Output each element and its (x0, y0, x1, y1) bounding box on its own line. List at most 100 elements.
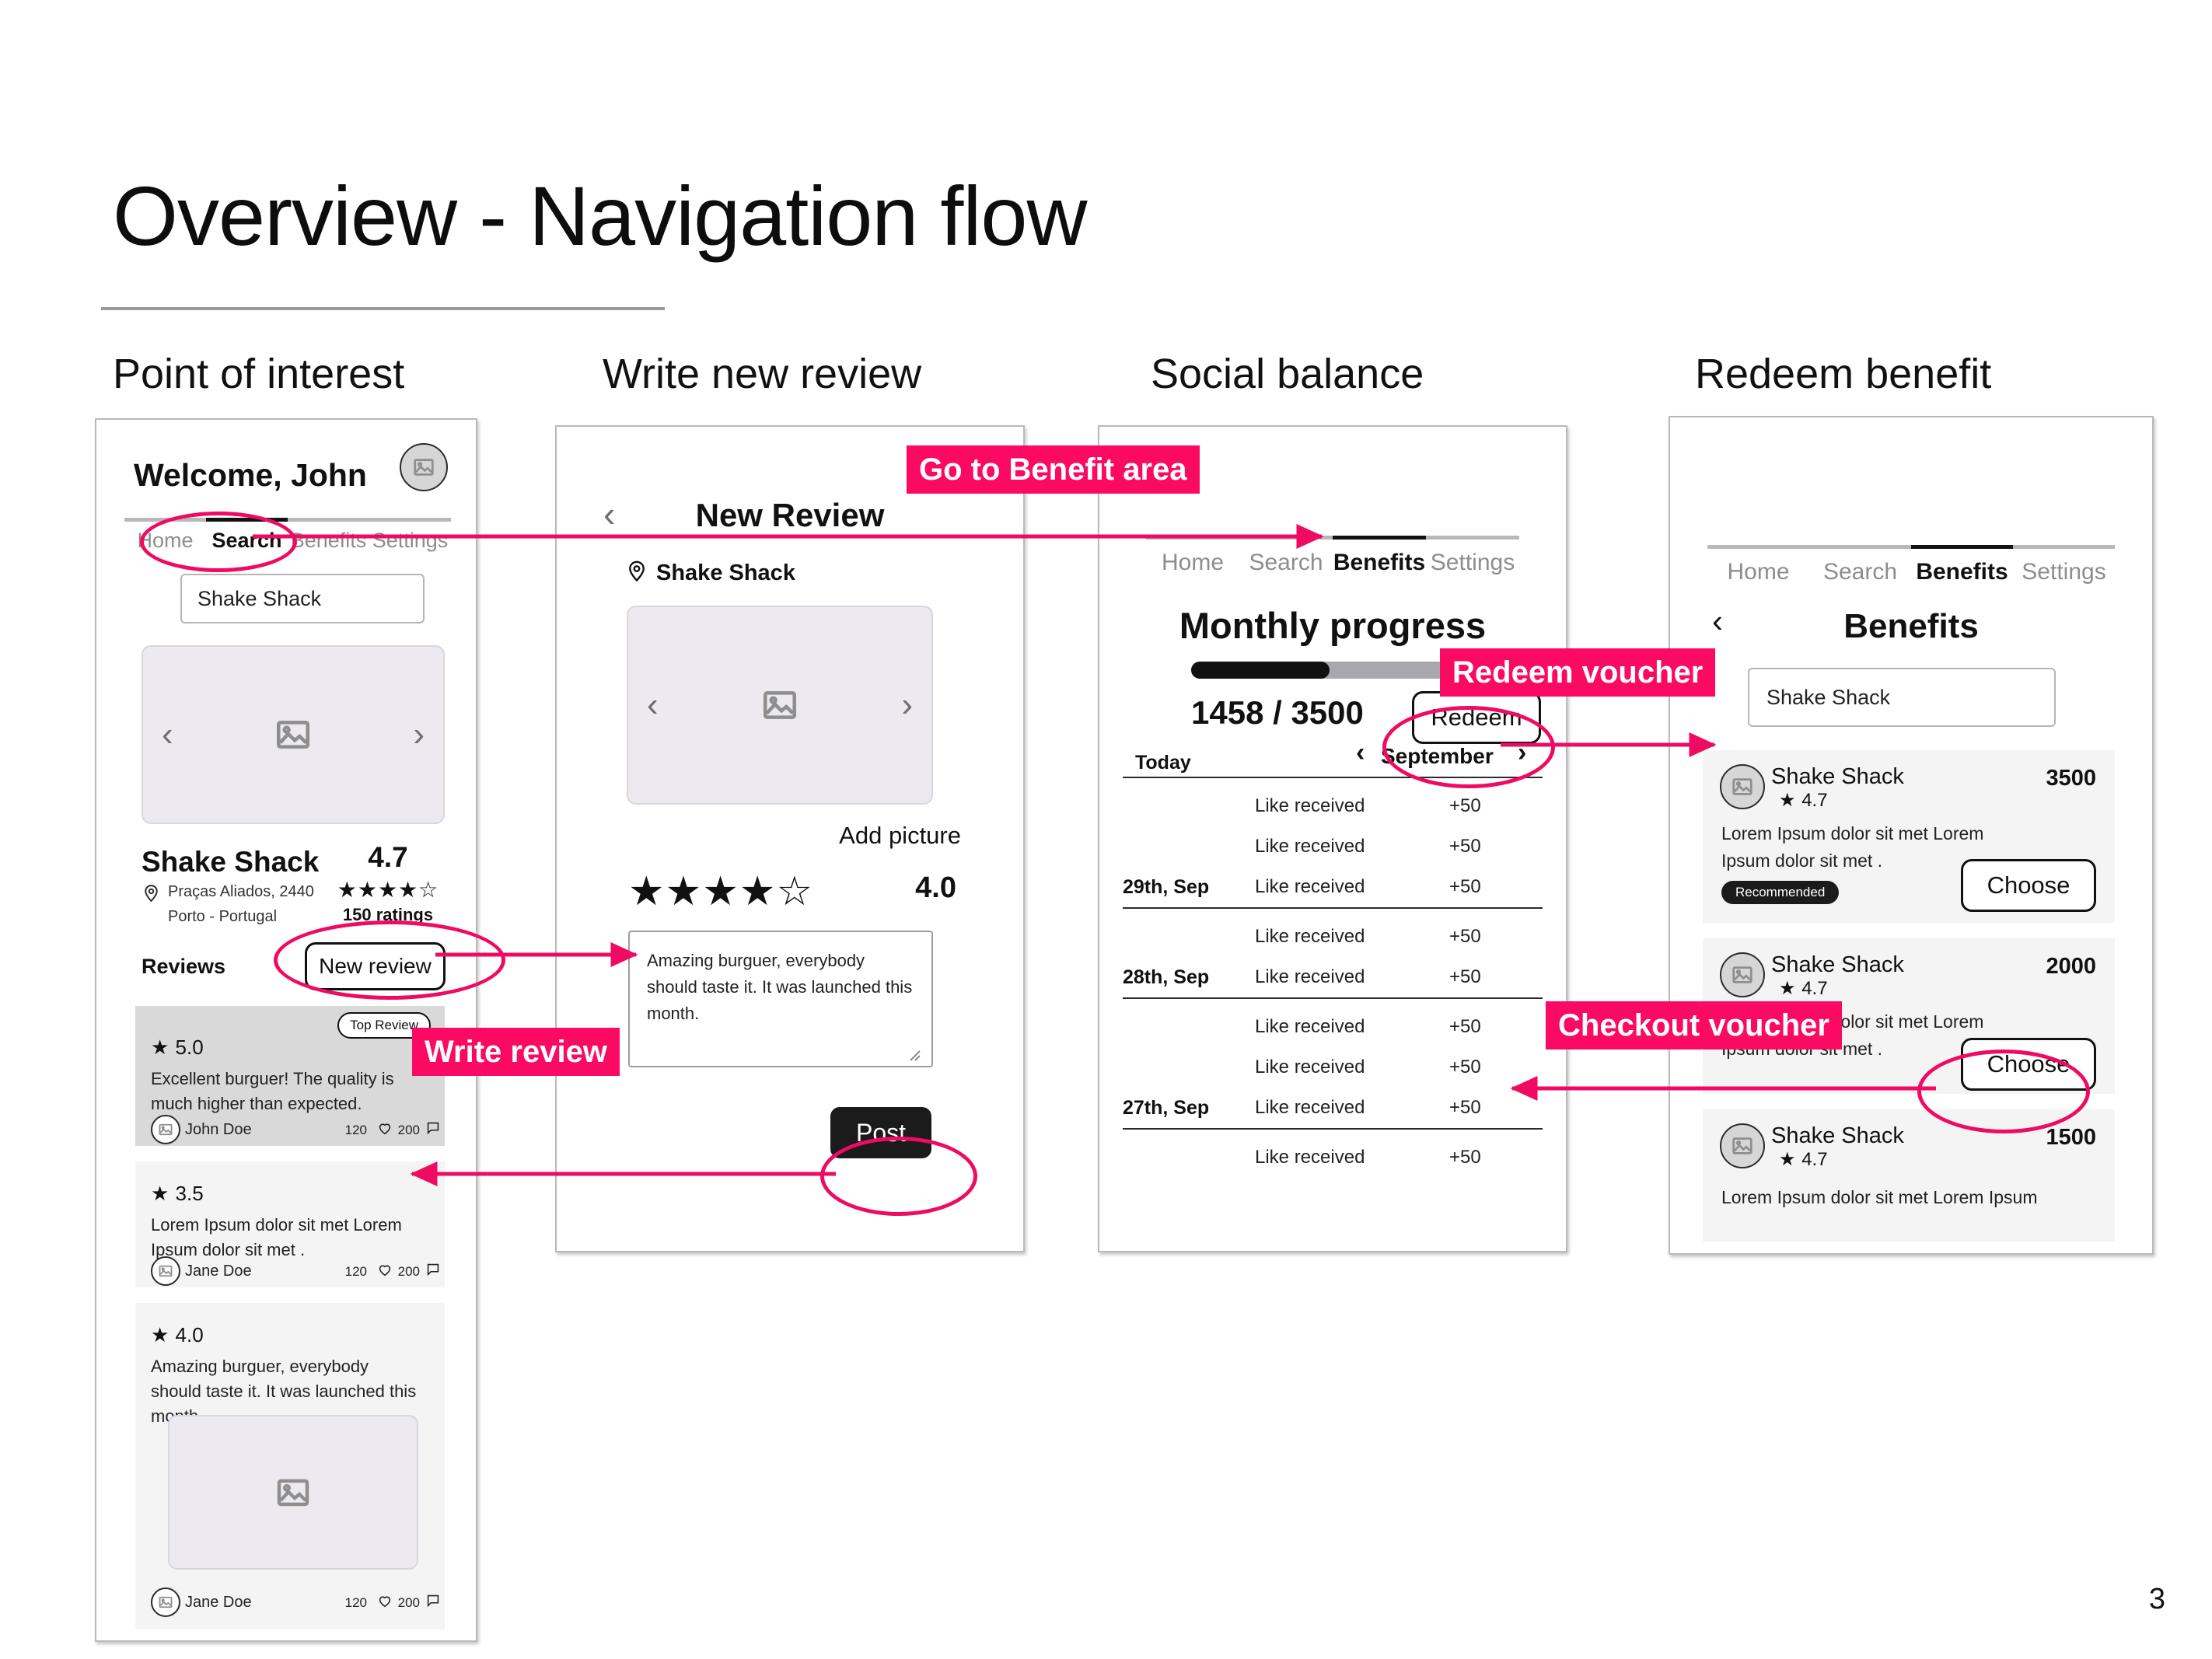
transaction-label: Like received (1255, 1147, 1365, 1168)
image-placeholder-icon (1732, 778, 1752, 795)
search-input[interactable]: Shake Shack (1748, 668, 2056, 727)
tab-home[interactable]: Home (1146, 550, 1239, 576)
benefit-points: 2000 (2046, 954, 2096, 979)
review-textarea[interactable]: Amazing burguer, everybody should taste … (628, 931, 933, 1067)
transaction-label: Like received (1255, 966, 1365, 987)
table-row[interactable]: ★ 3.5 Lorem Ipsum dolor sit met Lorem Ip… (135, 1161, 445, 1287)
tab-search[interactable]: Search (1809, 559, 1911, 585)
column-caption-write-new-review: Write new review (603, 351, 922, 397)
avatar (1720, 764, 1765, 809)
phone-screen-benefits: Home Search Benefits Settings ‹ Benefits… (1669, 416, 2154, 1255)
heart-icon[interactable] (376, 1119, 393, 1137)
tab-benefits[interactable]: Benefits (288, 529, 369, 553)
choose-button[interactable]: Choose (1961, 1038, 2096, 1091)
tab-rule-home (1146, 536, 1239, 540)
tab-rule-benefits (1911, 545, 2013, 549)
annotation-label: Checkout voucher (1558, 1008, 1829, 1043)
chevron-right-icon[interactable]: › (413, 715, 425, 754)
annotation-label: Go to Benefit area (919, 452, 1187, 487)
tab-settings[interactable]: Settings (1426, 550, 1519, 576)
tab-settings[interactable]: Settings (369, 529, 451, 553)
tab-rule-settings (1426, 536, 1519, 540)
review-text: Lorem Ipsum dolor sit met Lorem Ipsum do… (151, 1215, 402, 1259)
place-rating-stars: ★★★★☆ (337, 878, 439, 902)
post-button[interactable]: Post (830, 1107, 931, 1158)
picture-carousel[interactable]: ‹ › (627, 606, 933, 805)
table-row[interactable]: Top Review ★ 5.0 Excellent burguer! The … (135, 1006, 445, 1146)
tab-search[interactable]: Search (1239, 550, 1333, 576)
new-review-button[interactable]: New review (305, 942, 446, 990)
tab-rule-search (1239, 536, 1333, 540)
tab-settings[interactable]: Settings (2013, 559, 2115, 585)
avatar[interactable] (400, 443, 448, 491)
chevron-right-icon[interactable]: › (901, 686, 913, 725)
transaction-amount: +50 (1449, 795, 1481, 816)
place-name: Shake Shack (142, 846, 320, 878)
search-input-value: Shake Shack (197, 586, 322, 610)
tab-home[interactable]: Home (124, 529, 206, 553)
tab-home[interactable]: Home (1707, 559, 1809, 585)
benefit-points: 1500 (2046, 1125, 2096, 1150)
page-title: Overview - Navigation flow (113, 169, 1087, 263)
heart-icon[interactable] (376, 1261, 393, 1278)
tab-rule-benefits (288, 518, 369, 522)
transaction-label: Like received (1255, 1016, 1365, 1037)
new-review-button-label: New review (319, 954, 432, 978)
transaction-label: Like received (1255, 1097, 1365, 1118)
transaction-label: Like received (1255, 836, 1365, 857)
list-item[interactable]: Shake Shack ★ 4.7 3500 Lorem Ipsum dolor… (1703, 750, 2115, 923)
comment-icon[interactable] (425, 1592, 442, 1609)
search-input[interactable]: Shake Shack (180, 574, 425, 623)
tab-benefits[interactable]: Benefits (1333, 550, 1426, 576)
column-caption-redeem-benefit: Redeem benefit (1695, 351, 1992, 397)
heart-icon[interactable] (376, 1592, 393, 1609)
divider (1123, 1128, 1543, 1130)
annotation-checkout-voucher: Checkout voucher (1546, 1001, 1842, 1050)
table-row[interactable]: ★ 4.0 Amazing burguer, everybody should … (135, 1303, 445, 1629)
place-image-carousel[interactable]: ‹ › (142, 645, 445, 824)
annotation-label: Redeem voucher (1452, 655, 1704, 690)
tab-search[interactable]: Search (206, 529, 288, 553)
transaction-date: 28th, Sep (1123, 966, 1210, 988)
rating-stars[interactable]: ★★★★☆ (628, 868, 813, 915)
search-input-value: Shake Shack (1766, 685, 1891, 709)
transaction-amount: +50 (1449, 966, 1481, 987)
chevron-left-icon[interactable]: ‹ (1356, 738, 1365, 768)
benefit-name: Shake Shack (1771, 1123, 1904, 1148)
benefit-name: Shake Shack (1771, 952, 1904, 977)
title-divider (101, 307, 665, 310)
choose-button[interactable]: Choose (1961, 859, 2096, 912)
review-likes-count: 120 (344, 1123, 367, 1137)
star-icon: ★ (151, 1182, 170, 1205)
review-author: John Doe (185, 1121, 252, 1138)
transaction-date: 27th, Sep (1123, 1097, 1210, 1119)
transaction-amount: +50 (1449, 1097, 1481, 1118)
review-likes-count: 120 (344, 1264, 367, 1279)
resize-handle-icon[interactable] (908, 1049, 922, 1063)
tab-benefits[interactable]: Benefits (1911, 559, 2013, 585)
phone-screen-social-balance: Home Search Benefits Settings Monthly pr… (1098, 425, 1567, 1252)
comment-icon[interactable] (425, 1119, 442, 1137)
list-item[interactable]: Shake Shack ★ 4.7 1500 Lorem Ipsum dolor… (1703, 1109, 2115, 1242)
chevron-left-icon[interactable]: ‹ (647, 686, 659, 725)
progress-bar-fill (1191, 662, 1330, 679)
avatar (151, 1587, 180, 1617)
comment-icon[interactable] (425, 1261, 442, 1278)
chevron-right-icon[interactable]: › (1518, 738, 1526, 768)
image-placeholder-icon (159, 1596, 173, 1608)
chevron-left-icon[interactable]: ‹ (162, 715, 173, 754)
transaction-row: 27th, Sep Like received +50 (1123, 1086, 1543, 1129)
map-pin-icon (629, 561, 645, 582)
today-label: Today (1135, 752, 1191, 774)
redeem-button[interactable]: Redeem (1412, 691, 1541, 744)
transaction-label: Like received (1255, 926, 1365, 947)
tab-rule-search (206, 518, 288, 522)
add-picture-button[interactable]: Add picture (839, 822, 961, 850)
transaction-row: Like received +50 (1123, 1136, 1543, 1179)
avatar (1720, 1123, 1765, 1168)
transaction-amount: +50 (1449, 1057, 1481, 1077)
review-score: 3.5 (175, 1182, 204, 1205)
redeem-button-label: Redeem (1431, 704, 1522, 731)
recommended-tag-label: Recommended (1735, 885, 1826, 899)
tab-rule-settings (2013, 545, 2115, 549)
